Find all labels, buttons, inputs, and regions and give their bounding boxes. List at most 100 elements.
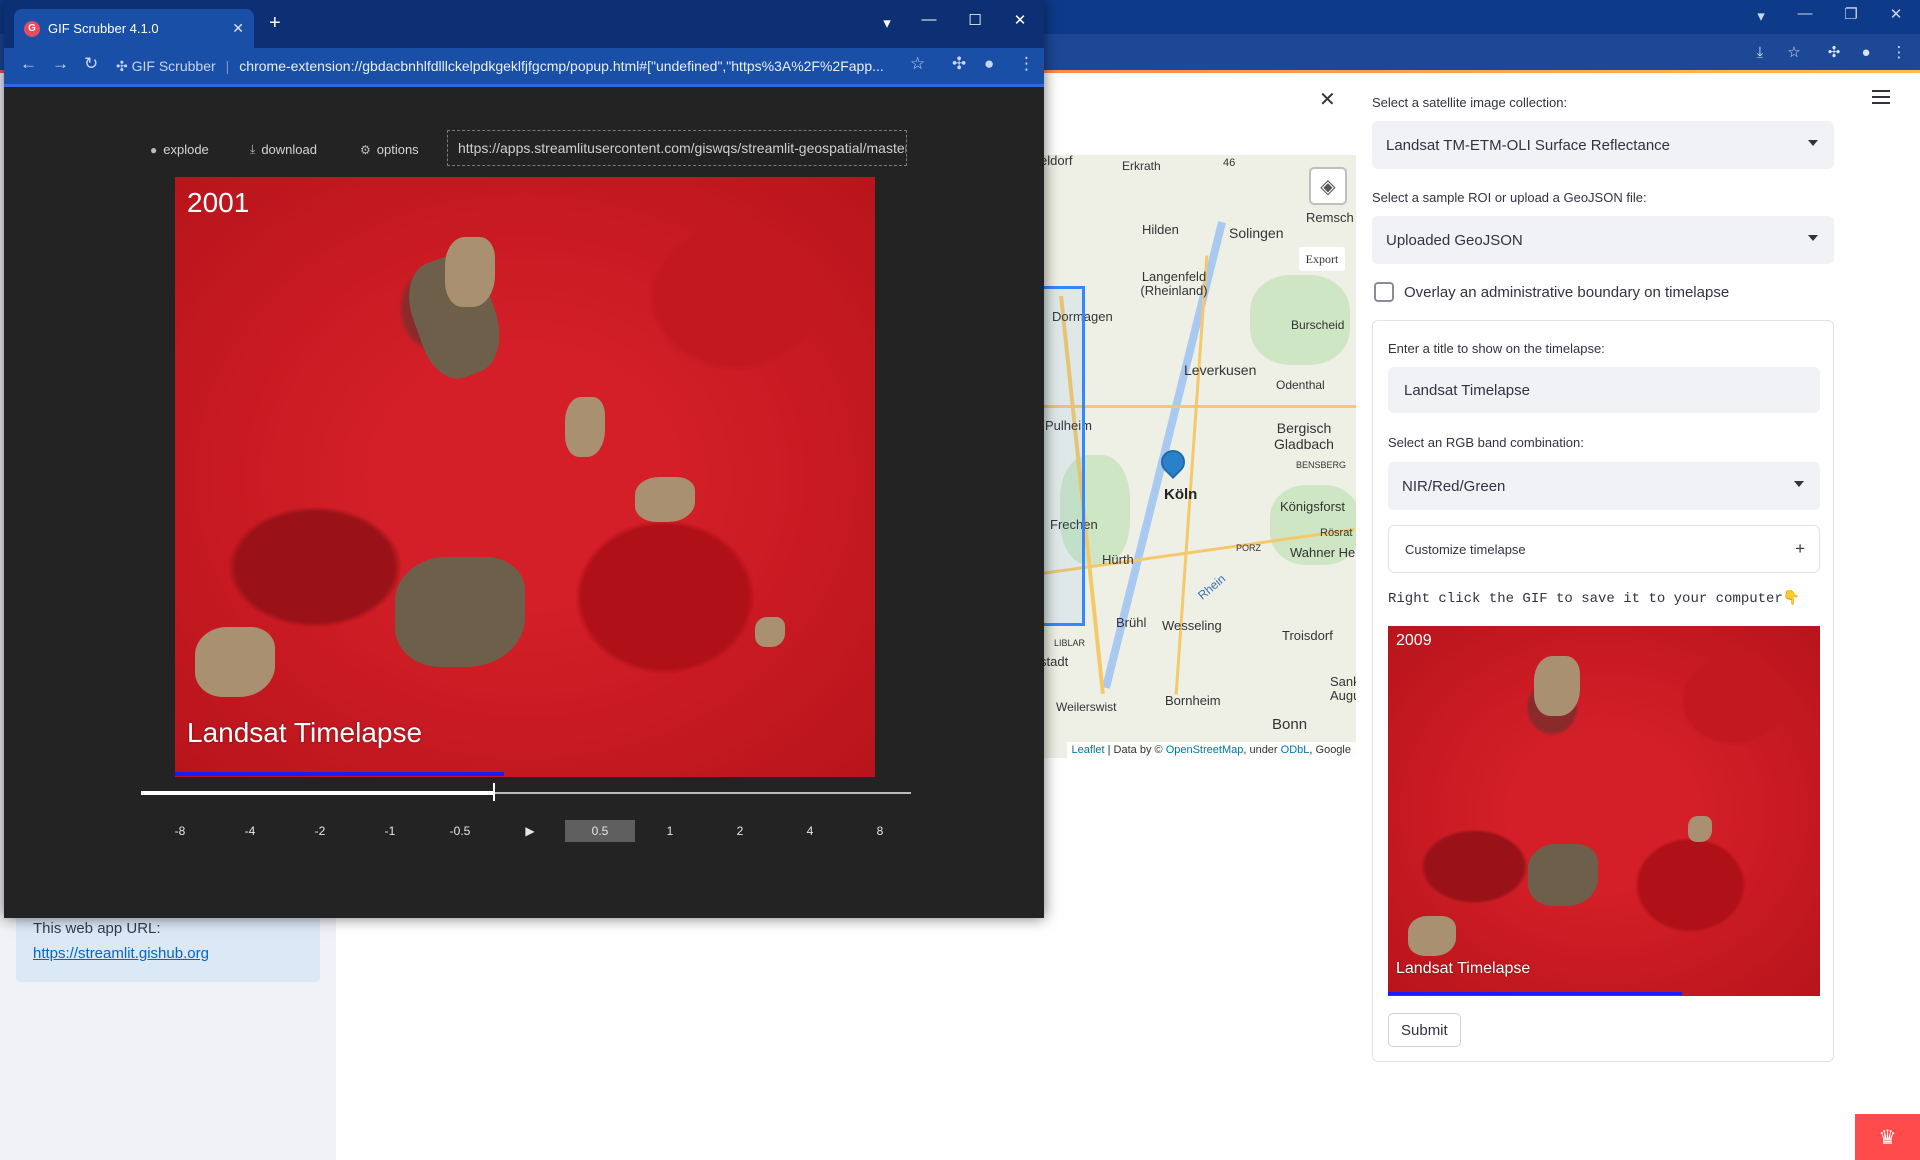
gif-title: Landsat Timelapse xyxy=(187,717,423,748)
gif-url-value: https://apps.streamlitusercontent.com/gi… xyxy=(458,140,907,156)
menu-icon[interactable]: ⋮ xyxy=(1018,54,1035,74)
download-button[interactable]: ⤓ download xyxy=(250,142,317,157)
title-value: Landsat Timelapse xyxy=(1404,381,1530,399)
plus-icon: + xyxy=(1795,539,1805,558)
speed-button[interactable]: 1 xyxy=(635,820,705,842)
map-place-label: 46 xyxy=(1223,157,1236,169)
extensions-icon[interactable]: ✣ xyxy=(952,54,966,74)
collection-label: Select a satellite image collection: xyxy=(1372,95,1568,110)
timelapse-preview-gif[interactable]: 2009 Landsat Timelapse xyxy=(1388,626,1820,996)
speed-button[interactable]: -1 xyxy=(355,820,425,842)
download-icon[interactable]: ⤓ xyxy=(1749,41,1771,63)
map-place-label: Solingen xyxy=(1229,225,1284,241)
map-place-label: Königsforst xyxy=(1280,499,1346,514)
bookmark-star-icon[interactable]: ☆ xyxy=(1783,41,1805,63)
speed-button[interactable]: 8 xyxy=(845,820,915,842)
map-place-label: Erkrath xyxy=(1122,159,1161,173)
explode-button[interactable]: ● explode xyxy=(150,142,209,157)
band-label: Select an RGB band combination: xyxy=(1388,435,1584,450)
map-place-label: Troisdorf xyxy=(1282,628,1333,643)
hamburger-menu-icon[interactable] xyxy=(1872,90,1890,104)
speed-button[interactable]: -4 xyxy=(215,820,285,842)
reload-icon[interactable]: ↻ xyxy=(84,54,98,74)
map-place-label: eldorf xyxy=(1040,155,1073,168)
tab-search-icon[interactable]: ▾ xyxy=(872,14,902,32)
chevron-down-icon xyxy=(1808,140,1818,146)
address-url: chrome-extension://gbdacbnhlfdlllckelpdk… xyxy=(239,58,884,74)
map-place-label: Sank Augus xyxy=(1330,674,1356,703)
osm-link[interactable]: OpenStreetMap xyxy=(1166,744,1244,756)
forward-icon[interactable]: → xyxy=(52,54,69,74)
leaflet-link[interactable]: Leaflet xyxy=(1072,744,1105,756)
speed-button[interactable]: -2 xyxy=(285,820,355,842)
map-place-label: LIBLAR xyxy=(1054,638,1086,648)
roi-select[interactable]: Uploaded GeoJSON xyxy=(1372,216,1834,264)
popup-tab[interactable]: G GIF Scrubber 4.1.0 ✕ xyxy=(14,9,254,48)
layers-icon[interactable]: ◈ xyxy=(1309,167,1347,205)
customize-expander[interactable]: Customize timelapse + xyxy=(1388,525,1820,573)
roi-label: Select a sample ROI or upload a GeoJSON … xyxy=(1372,190,1647,205)
map-place-label: Odenthal xyxy=(1276,378,1325,392)
bookmark-star-icon[interactable]: ☆ xyxy=(910,54,925,74)
odbl-link[interactable]: ODbL xyxy=(1281,744,1310,756)
menu-icon[interactable]: ⋮ xyxy=(1888,41,1910,63)
preview-progress-bar xyxy=(1388,992,1682,995)
restore-button[interactable]: ❐ xyxy=(1836,5,1866,23)
mine-pit xyxy=(445,237,495,307)
mine-pit xyxy=(395,557,525,667)
export-button[interactable]: Export xyxy=(1299,247,1345,271)
scrub-slider-handle[interactable] xyxy=(493,783,495,801)
overlay-label: Overlay an administrative boundary on ti… xyxy=(1404,284,1730,301)
streamlit-logo-icon[interactable]: ♛ xyxy=(1855,1114,1920,1160)
maximize-button[interactable]: ☐ xyxy=(960,11,990,29)
gif-scrubber-content: ● explode ⤓ download ⚙ options https://a… xyxy=(4,87,1044,918)
profile-icon[interactable]: ● xyxy=(1855,41,1877,63)
map-place-label: stadt xyxy=(1040,654,1069,669)
options-button[interactable]: ⚙ options xyxy=(360,142,419,157)
close-window-button[interactable]: ✕ xyxy=(1881,5,1911,23)
band-select[interactable]: NIR/Red/Green xyxy=(1388,462,1820,510)
extension-site-label: ✣ GIF Scrubber xyxy=(116,57,216,74)
popup-toolbar: ← → ↻ ✣ GIF Scrubber | chrome-extension:… xyxy=(4,48,1044,84)
new-tab-icon[interactable]: + xyxy=(269,12,281,35)
map-place-label: PORZ xyxy=(1236,543,1262,553)
map-place-label: Bergisch Gladbach xyxy=(1274,420,1334,452)
close-icon[interactable]: ✕ xyxy=(1319,87,1336,112)
collection-select[interactable]: Landsat TM-ETM-OLI Surface Reflectance xyxy=(1372,121,1834,169)
minimize-button[interactable]: — xyxy=(914,11,944,28)
speed-button[interactable]: -8 xyxy=(145,820,215,842)
minimize-button[interactable]: — xyxy=(1790,5,1820,22)
roi-value: Uploaded GeoJSON xyxy=(1386,231,1523,249)
collection-value: Landsat TM-ETM-OLI Surface Reflectance xyxy=(1386,136,1671,154)
map-place-label: Köln xyxy=(1164,486,1198,503)
gif-progress-bar xyxy=(175,772,504,776)
map-place-label: Rösrat xyxy=(1320,527,1353,539)
speed-button[interactable]: 4 xyxy=(775,820,845,842)
tab-search-icon[interactable]: ▾ xyxy=(1746,7,1776,25)
overlay-checkbox[interactable] xyxy=(1374,282,1394,302)
info-link[interactable]: https://streamlit.gishub.org xyxy=(33,945,303,962)
back-icon[interactable]: ← xyxy=(20,54,37,74)
explode-label: explode xyxy=(163,142,209,157)
gif-frame[interactable]: 2001 Landsat Timelapse xyxy=(175,177,875,777)
mine-pit xyxy=(1528,844,1598,906)
map-attribution: Leaflet | Data by © OpenStreetMap, under… xyxy=(1066,742,1356,758)
band-value: NIR/Red/Green xyxy=(1402,477,1506,495)
submit-button[interactable]: Submit xyxy=(1388,1013,1461,1047)
play-icon[interactable]: ▶ xyxy=(495,820,565,842)
close-window-button[interactable]: ✕ xyxy=(1005,11,1035,29)
mine-pit xyxy=(565,397,605,457)
map[interactable]: eldorf Erkrath 46 Remsch Hilden Solingen… xyxy=(1040,155,1356,758)
speed-button[interactable]: 0.5 xyxy=(565,820,635,842)
profile-icon[interactable]: ● xyxy=(984,54,994,74)
popup-tab-title: GIF Scrubber 4.1.0 xyxy=(48,21,159,36)
speed-button[interactable]: -0.5 xyxy=(425,820,495,842)
close-tab-icon[interactable]: ✕ xyxy=(232,20,244,37)
popup-titlebar: G GIF Scrubber 4.1.0 ✕ + ▾ — ☐ ✕ xyxy=(4,0,1044,48)
extensions-icon[interactable]: ✣ xyxy=(1823,41,1845,63)
chevron-down-icon xyxy=(1808,235,1818,241)
title-input[interactable]: Landsat Timelapse xyxy=(1388,367,1820,413)
address-bar[interactable]: ✣ GIF Scrubber | chrome-extension://gbda… xyxy=(116,52,936,80)
speed-button[interactable]: 2 xyxy=(705,820,775,842)
gif-url-field[interactable]: https://apps.streamlitusercontent.com/gi… xyxy=(447,130,907,166)
